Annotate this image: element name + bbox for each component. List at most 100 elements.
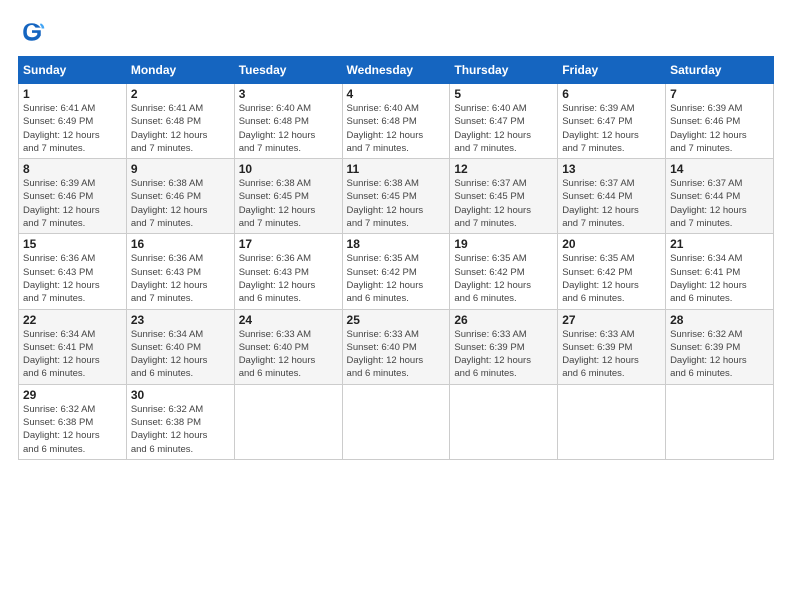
calendar-cell: 18 Sunrise: 6:35 AMSunset: 6:42 PMDaylig…: [342, 234, 450, 309]
calendar-cell: 7 Sunrise: 6:39 AMSunset: 6:46 PMDayligh…: [666, 84, 774, 159]
weekday-monday: Monday: [126, 57, 234, 84]
day-number: 30: [131, 388, 230, 402]
day-number: 5: [454, 87, 553, 101]
calendar-cell: 17 Sunrise: 6:36 AMSunset: 6:43 PMDaylig…: [234, 234, 342, 309]
day-number: 27: [562, 313, 661, 327]
weekday-thursday: Thursday: [450, 57, 558, 84]
logo-icon: [18, 18, 46, 46]
weekday-sunday: Sunday: [19, 57, 127, 84]
day-number: 11: [347, 162, 446, 176]
calendar-cell: 1 Sunrise: 6:41 AMSunset: 6:49 PMDayligh…: [19, 84, 127, 159]
calendar-cell: 29 Sunrise: 6:32 AMSunset: 6:38 PMDaylig…: [19, 384, 127, 459]
calendar-cell: 10 Sunrise: 6:38 AMSunset: 6:45 PMDaylig…: [234, 159, 342, 234]
calendar-cell: 24 Sunrise: 6:33 AMSunset: 6:40 PMDaylig…: [234, 309, 342, 384]
calendar-cell: 3 Sunrise: 6:40 AMSunset: 6:48 PMDayligh…: [234, 84, 342, 159]
calendar-cell: 19 Sunrise: 6:35 AMSunset: 6:42 PMDaylig…: [450, 234, 558, 309]
calendar-cell: 9 Sunrise: 6:38 AMSunset: 6:46 PMDayligh…: [126, 159, 234, 234]
calendar-cell: [450, 384, 558, 459]
day-info: Sunrise: 6:38 AMSunset: 6:45 PMDaylight:…: [347, 178, 424, 229]
day-info: Sunrise: 6:35 AMSunset: 6:42 PMDaylight:…: [562, 253, 639, 304]
day-number: 28: [670, 313, 769, 327]
day-info: Sunrise: 6:41 AMSunset: 6:49 PMDaylight:…: [23, 103, 100, 154]
day-number: 18: [347, 237, 446, 251]
calendar-cell: 30 Sunrise: 6:32 AMSunset: 6:38 PMDaylig…: [126, 384, 234, 459]
day-info: Sunrise: 6:33 AMSunset: 6:40 PMDaylight:…: [347, 329, 424, 380]
calendar-body: 1 Sunrise: 6:41 AMSunset: 6:49 PMDayligh…: [19, 84, 774, 460]
day-info: Sunrise: 6:35 AMSunset: 6:42 PMDaylight:…: [454, 253, 531, 304]
day-info: Sunrise: 6:32 AMSunset: 6:38 PMDaylight:…: [131, 404, 208, 455]
calendar-cell: 28 Sunrise: 6:32 AMSunset: 6:39 PMDaylig…: [666, 309, 774, 384]
day-info: Sunrise: 6:36 AMSunset: 6:43 PMDaylight:…: [23, 253, 100, 304]
day-info: Sunrise: 6:37 AMSunset: 6:44 PMDaylight:…: [562, 178, 639, 229]
day-info: Sunrise: 6:34 AMSunset: 6:41 PMDaylight:…: [23, 329, 100, 380]
calendar-cell: [342, 384, 450, 459]
day-info: Sunrise: 6:37 AMSunset: 6:45 PMDaylight:…: [454, 178, 531, 229]
calendar-cell: 11 Sunrise: 6:38 AMSunset: 6:45 PMDaylig…: [342, 159, 450, 234]
day-number: 21: [670, 237, 769, 251]
day-info: Sunrise: 6:32 AMSunset: 6:39 PMDaylight:…: [670, 329, 747, 380]
calendar-cell: 14 Sunrise: 6:37 AMSunset: 6:44 PMDaylig…: [666, 159, 774, 234]
day-number: 9: [131, 162, 230, 176]
header: [18, 18, 774, 46]
day-info: Sunrise: 6:33 AMSunset: 6:39 PMDaylight:…: [454, 329, 531, 380]
day-info: Sunrise: 6:41 AMSunset: 6:48 PMDaylight:…: [131, 103, 208, 154]
day-number: 7: [670, 87, 769, 101]
calendar-cell: 12 Sunrise: 6:37 AMSunset: 6:45 PMDaylig…: [450, 159, 558, 234]
calendar-week-1: 1 Sunrise: 6:41 AMSunset: 6:49 PMDayligh…: [19, 84, 774, 159]
page: SundayMondayTuesdayWednesdayThursdayFrid…: [0, 0, 792, 612]
calendar-table: SundayMondayTuesdayWednesdayThursdayFrid…: [18, 56, 774, 460]
day-info: Sunrise: 6:33 AMSunset: 6:40 PMDaylight:…: [239, 329, 316, 380]
weekday-saturday: Saturday: [666, 57, 774, 84]
day-number: 8: [23, 162, 122, 176]
day-info: Sunrise: 6:39 AMSunset: 6:47 PMDaylight:…: [562, 103, 639, 154]
calendar-cell: 6 Sunrise: 6:39 AMSunset: 6:47 PMDayligh…: [558, 84, 666, 159]
day-number: 3: [239, 87, 338, 101]
day-info: Sunrise: 6:34 AMSunset: 6:41 PMDaylight:…: [670, 253, 747, 304]
day-number: 4: [347, 87, 446, 101]
calendar-cell: 13 Sunrise: 6:37 AMSunset: 6:44 PMDaylig…: [558, 159, 666, 234]
calendar-cell: 16 Sunrise: 6:36 AMSunset: 6:43 PMDaylig…: [126, 234, 234, 309]
calendar-cell: 27 Sunrise: 6:33 AMSunset: 6:39 PMDaylig…: [558, 309, 666, 384]
calendar-cell: 22 Sunrise: 6:34 AMSunset: 6:41 PMDaylig…: [19, 309, 127, 384]
day-info: Sunrise: 6:36 AMSunset: 6:43 PMDaylight:…: [131, 253, 208, 304]
day-number: 13: [562, 162, 661, 176]
calendar-cell: 8 Sunrise: 6:39 AMSunset: 6:46 PMDayligh…: [19, 159, 127, 234]
weekday-wednesday: Wednesday: [342, 57, 450, 84]
day-number: 29: [23, 388, 122, 402]
day-info: Sunrise: 6:38 AMSunset: 6:46 PMDaylight:…: [131, 178, 208, 229]
day-number: 14: [670, 162, 769, 176]
day-number: 2: [131, 87, 230, 101]
day-info: Sunrise: 6:32 AMSunset: 6:38 PMDaylight:…: [23, 404, 100, 455]
weekday-header-row: SundayMondayTuesdayWednesdayThursdayFrid…: [19, 57, 774, 84]
day-number: 24: [239, 313, 338, 327]
day-number: 12: [454, 162, 553, 176]
day-info: Sunrise: 6:34 AMSunset: 6:40 PMDaylight:…: [131, 329, 208, 380]
calendar-week-5: 29 Sunrise: 6:32 AMSunset: 6:38 PMDaylig…: [19, 384, 774, 459]
calendar-cell: 5 Sunrise: 6:40 AMSunset: 6:47 PMDayligh…: [450, 84, 558, 159]
calendar-cell: [234, 384, 342, 459]
calendar-cell: 15 Sunrise: 6:36 AMSunset: 6:43 PMDaylig…: [19, 234, 127, 309]
day-number: 17: [239, 237, 338, 251]
logo: [18, 18, 50, 46]
day-number: 1: [23, 87, 122, 101]
day-number: 20: [562, 237, 661, 251]
day-info: Sunrise: 6:38 AMSunset: 6:45 PMDaylight:…: [239, 178, 316, 229]
calendar-week-3: 15 Sunrise: 6:36 AMSunset: 6:43 PMDaylig…: [19, 234, 774, 309]
calendar-week-4: 22 Sunrise: 6:34 AMSunset: 6:41 PMDaylig…: [19, 309, 774, 384]
calendar-cell: 23 Sunrise: 6:34 AMSunset: 6:40 PMDaylig…: [126, 309, 234, 384]
day-number: 10: [239, 162, 338, 176]
day-number: 16: [131, 237, 230, 251]
calendar-cell: [666, 384, 774, 459]
calendar-cell: 4 Sunrise: 6:40 AMSunset: 6:48 PMDayligh…: [342, 84, 450, 159]
calendar-cell: 21 Sunrise: 6:34 AMSunset: 6:41 PMDaylig…: [666, 234, 774, 309]
day-info: Sunrise: 6:33 AMSunset: 6:39 PMDaylight:…: [562, 329, 639, 380]
day-info: Sunrise: 6:39 AMSunset: 6:46 PMDaylight:…: [23, 178, 100, 229]
day-info: Sunrise: 6:37 AMSunset: 6:44 PMDaylight:…: [670, 178, 747, 229]
day-info: Sunrise: 6:40 AMSunset: 6:47 PMDaylight:…: [454, 103, 531, 154]
weekday-tuesday: Tuesday: [234, 57, 342, 84]
day-number: 15: [23, 237, 122, 251]
calendar-cell: 26 Sunrise: 6:33 AMSunset: 6:39 PMDaylig…: [450, 309, 558, 384]
day-number: 23: [131, 313, 230, 327]
day-info: Sunrise: 6:39 AMSunset: 6:46 PMDaylight:…: [670, 103, 747, 154]
calendar-cell: 2 Sunrise: 6:41 AMSunset: 6:48 PMDayligh…: [126, 84, 234, 159]
